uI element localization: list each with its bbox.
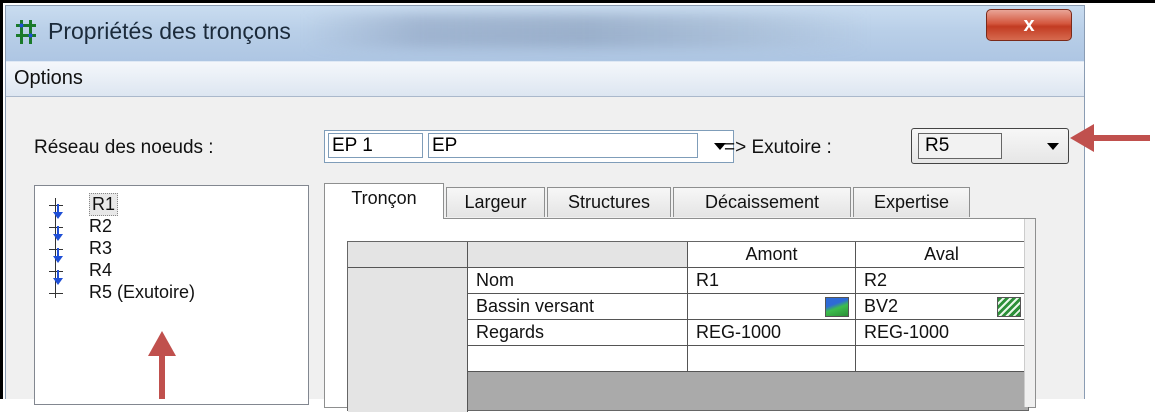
troncon-panel: Amont Aval Nom R1 R2 Bassin versant BV2 …: [324, 218, 1036, 412]
grid-row-gutter: [348, 268, 468, 412]
network-name-field[interactable]: EP: [428, 133, 698, 158]
cell-next-amont[interactable]: [688, 346, 856, 372]
watershed-icon[interactable]: [997, 297, 1021, 317]
panel-scroll-edge: [1024, 219, 1035, 407]
row-label-bassin-versant: Bassin versant: [468, 294, 688, 320]
annotation-arrow-outlet: [1070, 124, 1150, 152]
tree-item-label: R1: [89, 193, 119, 216]
watershed-icon[interactable]: [825, 297, 849, 317]
network-combo[interactable]: EP 1 EP: [324, 130, 734, 163]
outlet-select-value: R5: [918, 133, 1002, 159]
tree-down-arrow-icon: [53, 270, 63, 285]
tab-expertise[interactable]: Expertise: [853, 187, 970, 217]
tree-down-arrow-icon: [53, 204, 63, 219]
tree-down-arrow-icon: [53, 226, 63, 241]
network-code-field[interactable]: EP 1: [328, 133, 423, 158]
cell-nom-aval[interactable]: R2: [856, 268, 1028, 294]
title-bar[interactable]: Propriétés des tronçons x: [6, 6, 1084, 61]
row-label-nom: Nom: [468, 268, 688, 294]
cell-bassin-aval-value: BV2: [864, 296, 899, 316]
row-label-regards: Regards: [468, 320, 688, 346]
menu-options[interactable]: Options: [14, 67, 83, 90]
cell-bassin-aval[interactable]: BV2: [856, 294, 1028, 320]
tree-item-label: R3: [89, 238, 113, 258]
window-title: Propriétés des tronçons: [48, 18, 291, 44]
cell-regards-amont[interactable]: REG-1000: [688, 320, 856, 346]
column-header-aval: Aval: [856, 242, 1028, 268]
outlet-select[interactable]: R5: [911, 128, 1069, 164]
cell-regards-aval[interactable]: REG-1000: [856, 320, 1028, 346]
close-button[interactable]: x: [986, 9, 1072, 41]
menu-bar: Options: [6, 62, 1084, 97]
tab-troncon[interactable]: Tronçon: [324, 183, 444, 219]
row-label-next: [468, 346, 688, 372]
annotation-arrow-exutoire: [148, 331, 176, 399]
tree-item-label: R4: [89, 260, 113, 280]
grid-row-label-header: [468, 242, 688, 268]
tree-item-label: R2: [89, 216, 113, 236]
cell-bassin-amont[interactable]: [688, 294, 856, 320]
close-icon: x: [1023, 14, 1035, 36]
properties-grid: Amont Aval Nom R1 R2 Bassin versant BV2 …: [347, 241, 1029, 412]
tree-item-label: R5 (Exutoire): [89, 282, 196, 302]
tree-down-arrow-icon: [53, 248, 63, 263]
tab-decaissement[interactable]: Décaissement: [673, 187, 851, 217]
title-bar-blur: [306, 14, 866, 48]
tab-structures[interactable]: Structures: [547, 187, 671, 217]
network-label: Réseau des noeuds :: [34, 137, 214, 158]
grid-corner: [348, 242, 468, 268]
cell-next-aval[interactable]: [856, 346, 1028, 372]
cell-nom-amont[interactable]: R1: [688, 268, 856, 294]
tab-largeur[interactable]: Largeur: [446, 187, 545, 217]
dropdown-arrow-icon[interactable]: [1040, 129, 1066, 163]
network-icon: [16, 20, 36, 44]
outlet-label: => Exutoire :: [724, 137, 832, 158]
column-header-amont: Amont: [688, 242, 856, 268]
